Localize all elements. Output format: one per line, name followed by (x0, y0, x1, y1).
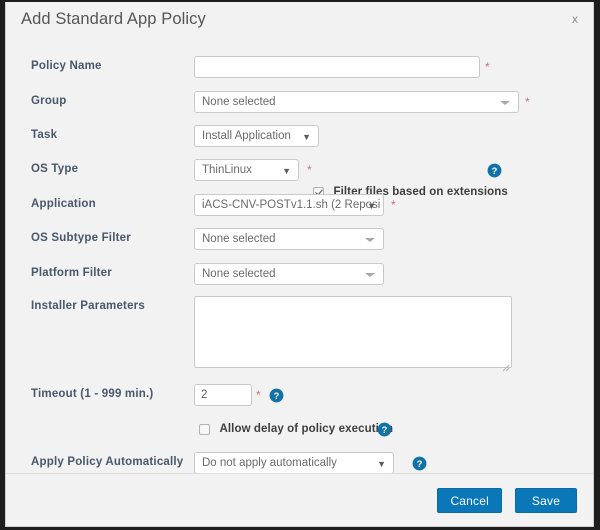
caret-down-icon: ▼ (282, 166, 291, 176)
task-label: Task (31, 129, 58, 141)
help-circle-icon[interactable]: ? (487, 163, 502, 178)
help-circle-icon[interactable]: ? (269, 388, 284, 403)
row-platform-filter: Platform Filter None selected (6, 263, 593, 289)
add-standard-app-policy-dialog: Add Standard App Policy x Policy Name * … (5, 2, 594, 527)
application-dropdown-value: iACS-CNV-POSTv1.1.sh (2 Reposi (202, 199, 381, 211)
policy-name-required-mark: * (485, 60, 490, 74)
platform-filter-label: Platform Filter (31, 267, 112, 279)
row-allow-delay: Allow delay of policy execution ? (6, 418, 593, 444)
platform-filter-value: None selected (202, 268, 276, 280)
close-icon[interactable]: x (567, 11, 583, 27)
application-required-mark: * (391, 198, 396, 212)
allow-delay-label: Allow delay of policy execution (219, 423, 394, 435)
os-subtype-filter-label: OS Subtype Filter (31, 232, 131, 244)
os-type-label: OS Type (31, 163, 79, 175)
chevron-down-icon (365, 238, 375, 242)
svg-text:?: ? (492, 166, 498, 176)
caret-down-icon: ▼ (302, 132, 311, 142)
group-dropdown-value: None selected (202, 96, 276, 108)
timeout-required-mark: * (256, 388, 261, 402)
row-group: Group None selected * (6, 91, 593, 117)
group-label: Group (31, 95, 67, 107)
installer-parameters-label: Installer Parameters (31, 300, 145, 312)
row-os-subtype-filter: OS Subtype Filter None selected (6, 228, 593, 254)
timeout-label: Timeout (1 - 999 min.) (31, 388, 154, 400)
allow-delay-checkbox[interactable] (199, 423, 210, 435)
cancel-button[interactable]: Cancel (437, 488, 502, 513)
application-dropdown[interactable]: iACS-CNV-POSTv1.1.sh (2 Reposi ▼ (194, 194, 384, 216)
os-type-required-mark: * (307, 163, 312, 177)
group-dropdown[interactable]: None selected (194, 91, 519, 113)
help-circle-icon[interactable]: ? (412, 456, 427, 471)
apply-policy-automatically-value: Do not apply automatically (202, 457, 337, 469)
row-task: Task Install Application ▼ (6, 125, 593, 151)
chevron-down-icon (365, 273, 375, 277)
application-label: Application (31, 198, 96, 210)
save-button[interactable]: Save (515, 488, 577, 513)
help-circle-icon[interactable]: ? (377, 422, 392, 437)
row-timeout: Timeout (1 - 999 min.) * ? (6, 384, 593, 410)
svg-text:?: ? (274, 391, 280, 401)
dialog-title: Add Standard App Policy (21, 10, 206, 28)
dialog-footer: Cancel Save (6, 473, 593, 526)
svg-text:?: ? (382, 425, 388, 435)
dialog-header: Add Standard App Policy x (6, 2, 593, 44)
policy-name-label: Policy Name (31, 60, 102, 72)
apply-policy-automatically-dropdown[interactable]: Do not apply automatically ▼ (194, 452, 394, 474)
os-type-dropdown[interactable]: ThinLinux ▼ (194, 159, 299, 181)
allow-delay-checkbox-group[interactable]: Allow delay of policy execution (199, 418, 393, 440)
caret-down-icon: ▼ (367, 201, 376, 211)
apply-policy-automatically-label: Apply Policy Automatically (31, 456, 184, 468)
group-required-mark: * (525, 95, 530, 109)
task-dropdown-value: Install Application (202, 130, 291, 142)
timeout-input[interactable] (194, 384, 252, 406)
row-application: Application iACS-CNV-POSTv1.1.sh (2 Repo… (6, 194, 593, 220)
os-type-dropdown-value: ThinLinux (202, 164, 252, 176)
row-os-type: OS Type ThinLinux ▼ * Filter files based… (6, 159, 593, 198)
row-policy-name: Policy Name * (6, 56, 593, 82)
installer-parameters-textarea[interactable] (194, 296, 512, 368)
policy-name-input[interactable] (194, 56, 480, 78)
caret-down-icon: ▼ (377, 459, 386, 469)
os-subtype-filter-dropdown[interactable]: None selected (194, 228, 384, 250)
platform-filter-dropdown[interactable]: None selected (194, 263, 384, 285)
task-dropdown[interactable]: Install Application ▼ (194, 125, 319, 147)
os-subtype-filter-value: None selected (202, 233, 276, 245)
row-installer-parameters: Installer Parameters (6, 296, 593, 373)
policy-form: Policy Name * Group None selected * Task… (6, 44, 593, 474)
chevron-down-icon (500, 101, 510, 105)
installer-parameters-wrap (194, 296, 512, 373)
svg-text:?: ? (417, 459, 423, 469)
